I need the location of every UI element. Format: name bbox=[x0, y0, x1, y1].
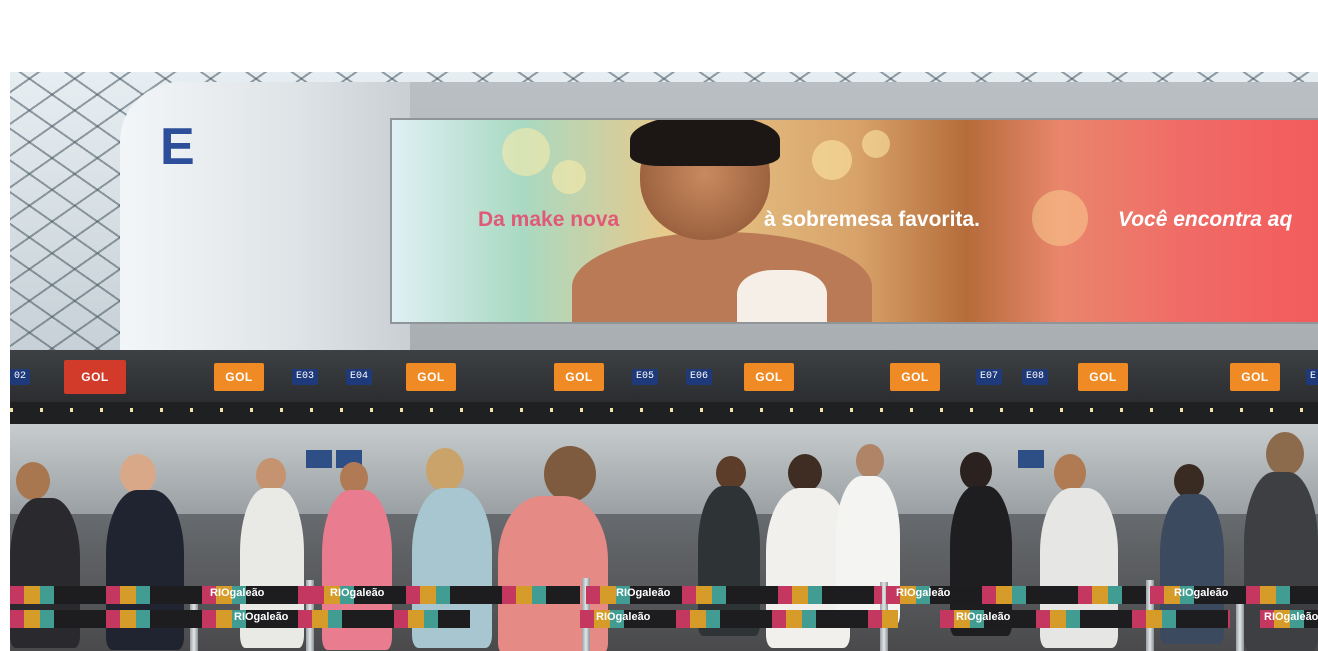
bokeh-light bbox=[862, 130, 890, 158]
airline-logo: GOL bbox=[1230, 363, 1280, 391]
counter-number: E04 bbox=[346, 369, 373, 385]
bokeh-light bbox=[1032, 190, 1088, 246]
counter-number: E03 bbox=[292, 369, 319, 385]
belt-brand: RIOgaleão bbox=[210, 587, 265, 599]
belt-brand: RIOgaleão bbox=[596, 611, 651, 623]
model-hair bbox=[630, 120, 780, 166]
counter-number: E bbox=[1306, 369, 1318, 385]
queue-belt: RIOgaleão bbox=[310, 586, 580, 604]
counter-number: E06 bbox=[686, 369, 713, 385]
airline-logo: GOL bbox=[64, 360, 126, 394]
ad-headline-3: Você encontra aq bbox=[1118, 208, 1293, 231]
queue-belt: RIOgaleão bbox=[1150, 586, 1318, 604]
belt-brand: RIOgaleão bbox=[896, 587, 951, 599]
airline-logo: GOL bbox=[1078, 363, 1128, 391]
counter-number: E08 bbox=[1022, 369, 1049, 385]
airline-logo: GOL bbox=[890, 363, 940, 391]
advertising-billboard: Da make nova à sobremesa favorita. Você … bbox=[390, 118, 1318, 324]
belt-brand: RIOgaleão bbox=[1174, 587, 1229, 599]
counter-number: E07 bbox=[976, 369, 1003, 385]
flight-info-screen bbox=[1018, 450, 1044, 468]
queue-belt: RIOgaleão bbox=[586, 586, 882, 604]
queue-belt: RIOgaleão bbox=[580, 610, 898, 628]
dessert-cup bbox=[737, 270, 827, 322]
belt-brand: RIOgaleão bbox=[234, 611, 289, 623]
queue-belt: RIOgaleão bbox=[940, 610, 1230, 628]
ad-headline-1: Da make nova bbox=[478, 208, 620, 231]
bokeh-light bbox=[552, 160, 586, 194]
belt-brand: RIOgaleão bbox=[1264, 611, 1318, 623]
bokeh-light bbox=[812, 140, 852, 180]
airline-logo: GOL bbox=[406, 363, 456, 391]
ceiling-lights bbox=[10, 402, 1318, 424]
queue-belt: RIOgaleão bbox=[10, 586, 310, 604]
queue-belt: RIOgaleão bbox=[886, 586, 1146, 604]
airline-logo: GOL bbox=[214, 363, 264, 391]
belt-brand: RIOgaleão bbox=[956, 611, 1011, 623]
belt-brand: RIOgaleão bbox=[616, 587, 671, 599]
counter-number: 02 bbox=[10, 369, 31, 385]
ad-headline-2: à sobremesa favorita. bbox=[764, 208, 980, 231]
model-shoulders bbox=[572, 232, 872, 322]
queue-belt: RIOgaleão bbox=[1260, 610, 1318, 628]
checkin-counter-signs: 02 GOL GOL E03 E04 GOL GOL E05 E06 GOL G… bbox=[10, 350, 1318, 402]
queue-belt: RIOgaleão bbox=[10, 610, 470, 628]
airport-photo: E Da make nova à sobremesa favorita. Voc… bbox=[10, 72, 1318, 651]
zone-letter: E bbox=[160, 118, 195, 176]
terminal-hall bbox=[10, 424, 1318, 514]
bokeh-light bbox=[502, 128, 550, 176]
counter-number: E05 bbox=[632, 369, 659, 385]
airline-logo: GOL bbox=[554, 363, 604, 391]
flight-info-screen bbox=[306, 450, 332, 468]
belt-brand: RIOgaleão bbox=[330, 587, 385, 599]
airline-logo: GOL bbox=[744, 363, 794, 391]
